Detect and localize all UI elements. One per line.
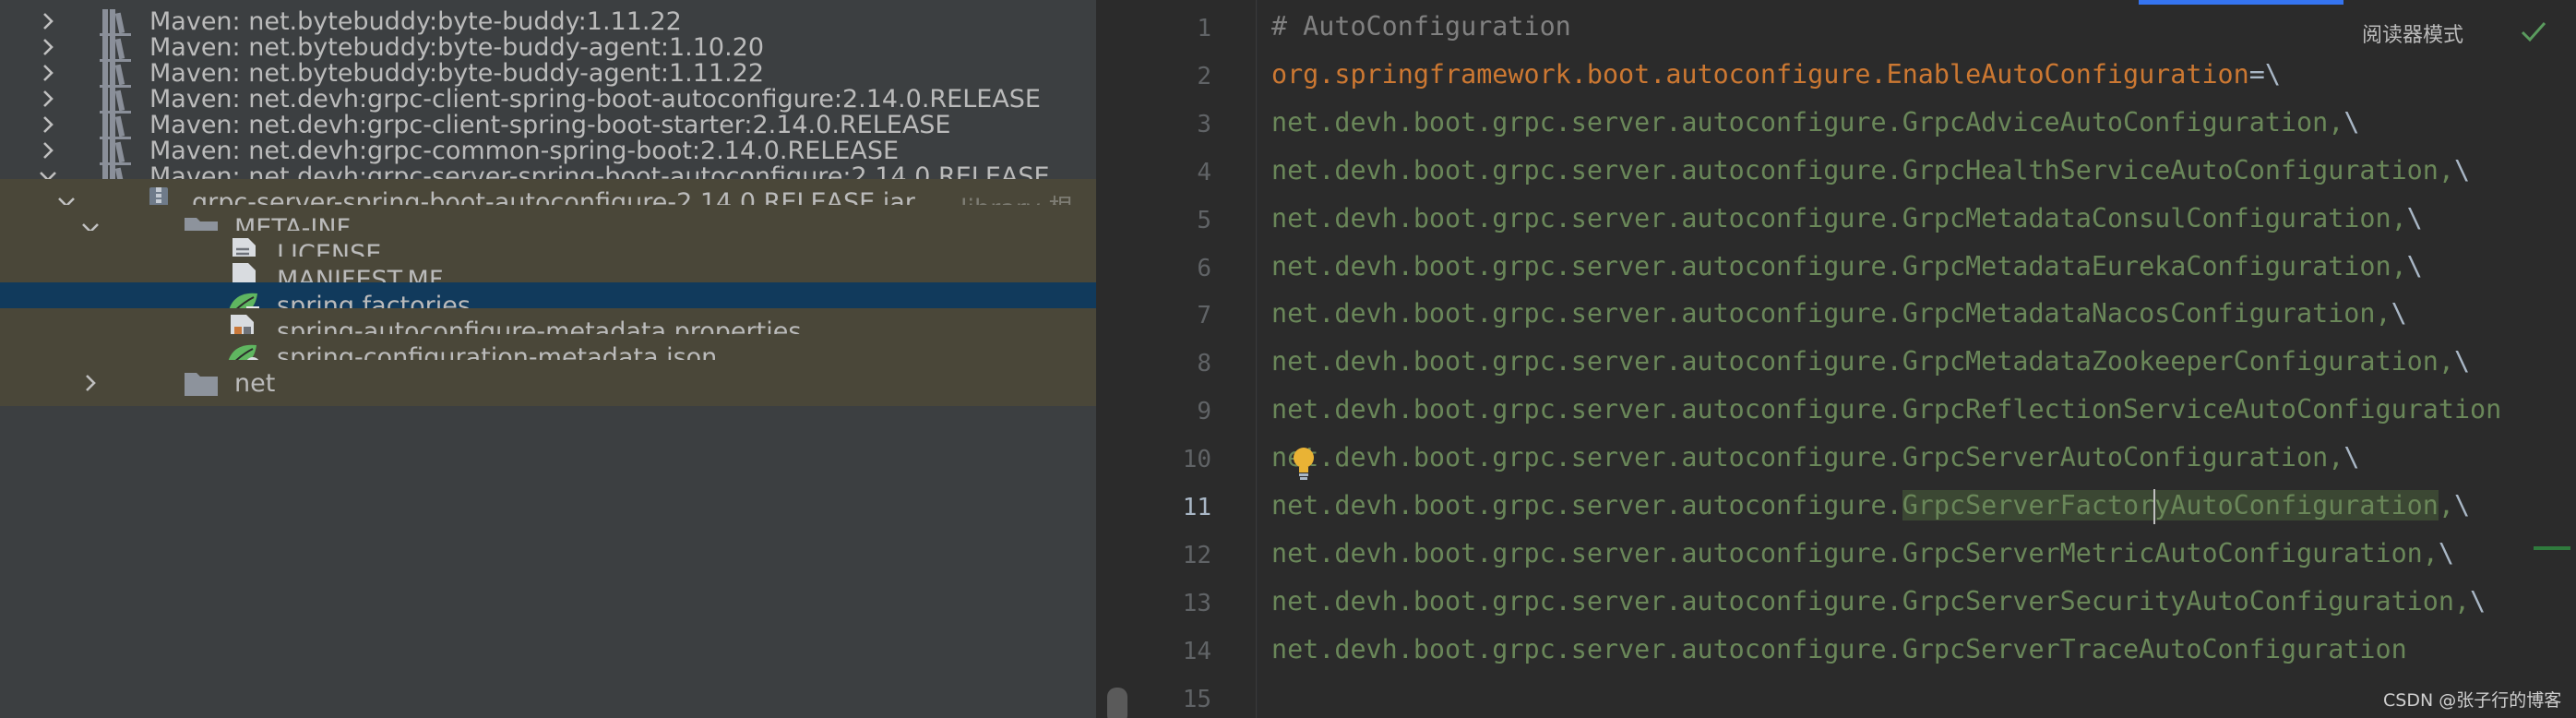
property-value: net.devh.boot.grpc.server.autoconfigure.… [1271, 394, 2502, 425]
line-number: 5 [1197, 206, 1211, 234]
line-continuation: \ [2438, 537, 2454, 568]
line-number: 14 [1182, 637, 1211, 665]
tree-scroll-thumb[interactable] [1107, 688, 1127, 718]
property-value: net.devh.boot.grpc.server.autoconfigure.… [1271, 585, 2471, 616]
code-editor[interactable]: # AutoConfiguration org.springframework.b… [1258, 0, 2576, 718]
line-continuation: \ [2343, 106, 2360, 138]
line-continuation: \ [2406, 250, 2423, 281]
code-line[interactable]: net.devh.boot.grpc.server.autoconfigure.… [1271, 394, 2501, 425]
line-number: 9 [1197, 398, 1211, 426]
property-value: , [2438, 490, 2454, 521]
check-icon[interactable] [2519, 17, 2548, 46]
code-line[interactable]: net.devh.boot.grpc.server.autoconfigure.… [1271, 298, 2407, 329]
property-value: net.devh.boot.grpc.server.autoconfigure.… [1271, 202, 2407, 233]
line-number: 12 [1182, 541, 1211, 569]
line-number: 15 [1182, 685, 1211, 713]
property-value: net.devh.boot.grpc.server.autoconfigure. [1271, 490, 1902, 521]
tree-item-label: net [234, 369, 276, 398]
code-line[interactable]: net.devh.boot.grpc.server.autoconfigure.… [1271, 346, 2470, 377]
comment-text: # AutoConfiguration [1271, 11, 1571, 42]
code-line[interactable]: net.devh.boot.grpc.server.autoconfigure.… [1271, 634, 2407, 664]
code-line[interactable]: net.devh.boot.grpc.server.autoconfigure.… [1271, 203, 2423, 233]
line-continuation: \ [2343, 442, 2360, 473]
code-line[interactable]: net.devh.boot.grpc.server.autoconfigure.… [1271, 107, 2359, 138]
line-number-gutter: 1 2 3 4 5 6 7 8 9 10 11 12 13 14 15 [1096, 0, 1257, 718]
line-number: 11 [1182, 494, 1211, 521]
line-continuation: =\ [2248, 58, 2281, 90]
active-tab-indicator [2139, 0, 2343, 5]
property-value: net.devh.boot.grpc.server.autoconfigure.… [1271, 346, 2454, 377]
line-number: 4 [1197, 158, 1211, 186]
property-value: net.devh.boot.grpc.server.autoconfigure.… [1271, 106, 2344, 138]
chevron-right-icon[interactable] [78, 370, 103, 396]
code-line[interactable]: net.devh.boot.grpc.server.autoconfigure.… [1271, 442, 2359, 473]
code-line[interactable]: # AutoConfiguration [1271, 11, 1571, 42]
code-line[interactable]: org.springframework.boot.autoconfigure.E… [1271, 59, 2281, 90]
line-number: 3 [1197, 110, 1211, 138]
line-continuation: \ [2453, 346, 2471, 377]
line-number: 13 [1182, 589, 1211, 617]
code-line[interactable]: net.devh.boot.grpc.server.autoconfigure.… [1271, 586, 2486, 616]
line-continuation: \ [2391, 298, 2407, 329]
line-continuation: \ [2453, 490, 2471, 521]
code-line[interactable]: net.devh.boot.grpc.server.autoconfigure.… [1271, 155, 2470, 185]
property-value: net.devh.boot.grpc.server.autoconfigure.… [1271, 298, 2391, 329]
line-number: 1 [1197, 15, 1211, 42]
property-value: net.devh.boot.grpc.server.autoconfigure.… [1271, 537, 2439, 568]
lightbulb-icon[interactable] [1290, 445, 1318, 482]
property-value: net.devh.boot.grpc.server.autoconfigure.… [1271, 250, 2407, 281]
line-continuation: \ [2453, 154, 2471, 185]
line-number: 6 [1197, 254, 1211, 282]
tree-row[interactable]: net [0, 360, 1096, 406]
line-number: 8 [1197, 350, 1211, 378]
property-value: net.devh.boot.grpc.server.autoconfigure.… [1271, 154, 2454, 185]
line-continuation: \ [2406, 202, 2423, 233]
code-line[interactable]: net.devh.boot.grpc.server.autoconfigure.… [1271, 251, 2423, 281]
line-continuation: \ [2470, 585, 2487, 616]
property-value: net.devh.boot.grpc.server.autoconfigure.… [1271, 633, 2407, 664]
property-value: net.devh.boot.grpc.server.autoconfigure.… [1271, 442, 2344, 473]
watermark: CSDN @张子行的博客 [2383, 690, 2562, 711]
text-caret [2153, 489, 2155, 524]
line-number: 10 [1182, 446, 1211, 474]
change-marker [2534, 546, 2570, 550]
reader-mode-toggle[interactable]: 阅读器模式 [2362, 18, 2463, 48]
folder-icon [183, 365, 220, 401]
line-number: 7 [1197, 302, 1211, 330]
project-tree[interactable]: Maven: net.bytebuddy:byte-buddy:1.11.22 M… [0, 0, 1096, 718]
code-line[interactable]: net.devh.boot.grpc.server.autoconfigure.… [1271, 538, 2454, 568]
code-line[interactable]: net.devh.boot.grpc.server.autoconfigure.… [1271, 490, 2470, 521]
highlighted-identifier: GrpcServerFactoryAutoConfiguration [1902, 490, 2439, 521]
line-number: 2 [1197, 62, 1211, 90]
property-key: org.springframework.boot.autoconfigure.E… [1271, 58, 2249, 90]
